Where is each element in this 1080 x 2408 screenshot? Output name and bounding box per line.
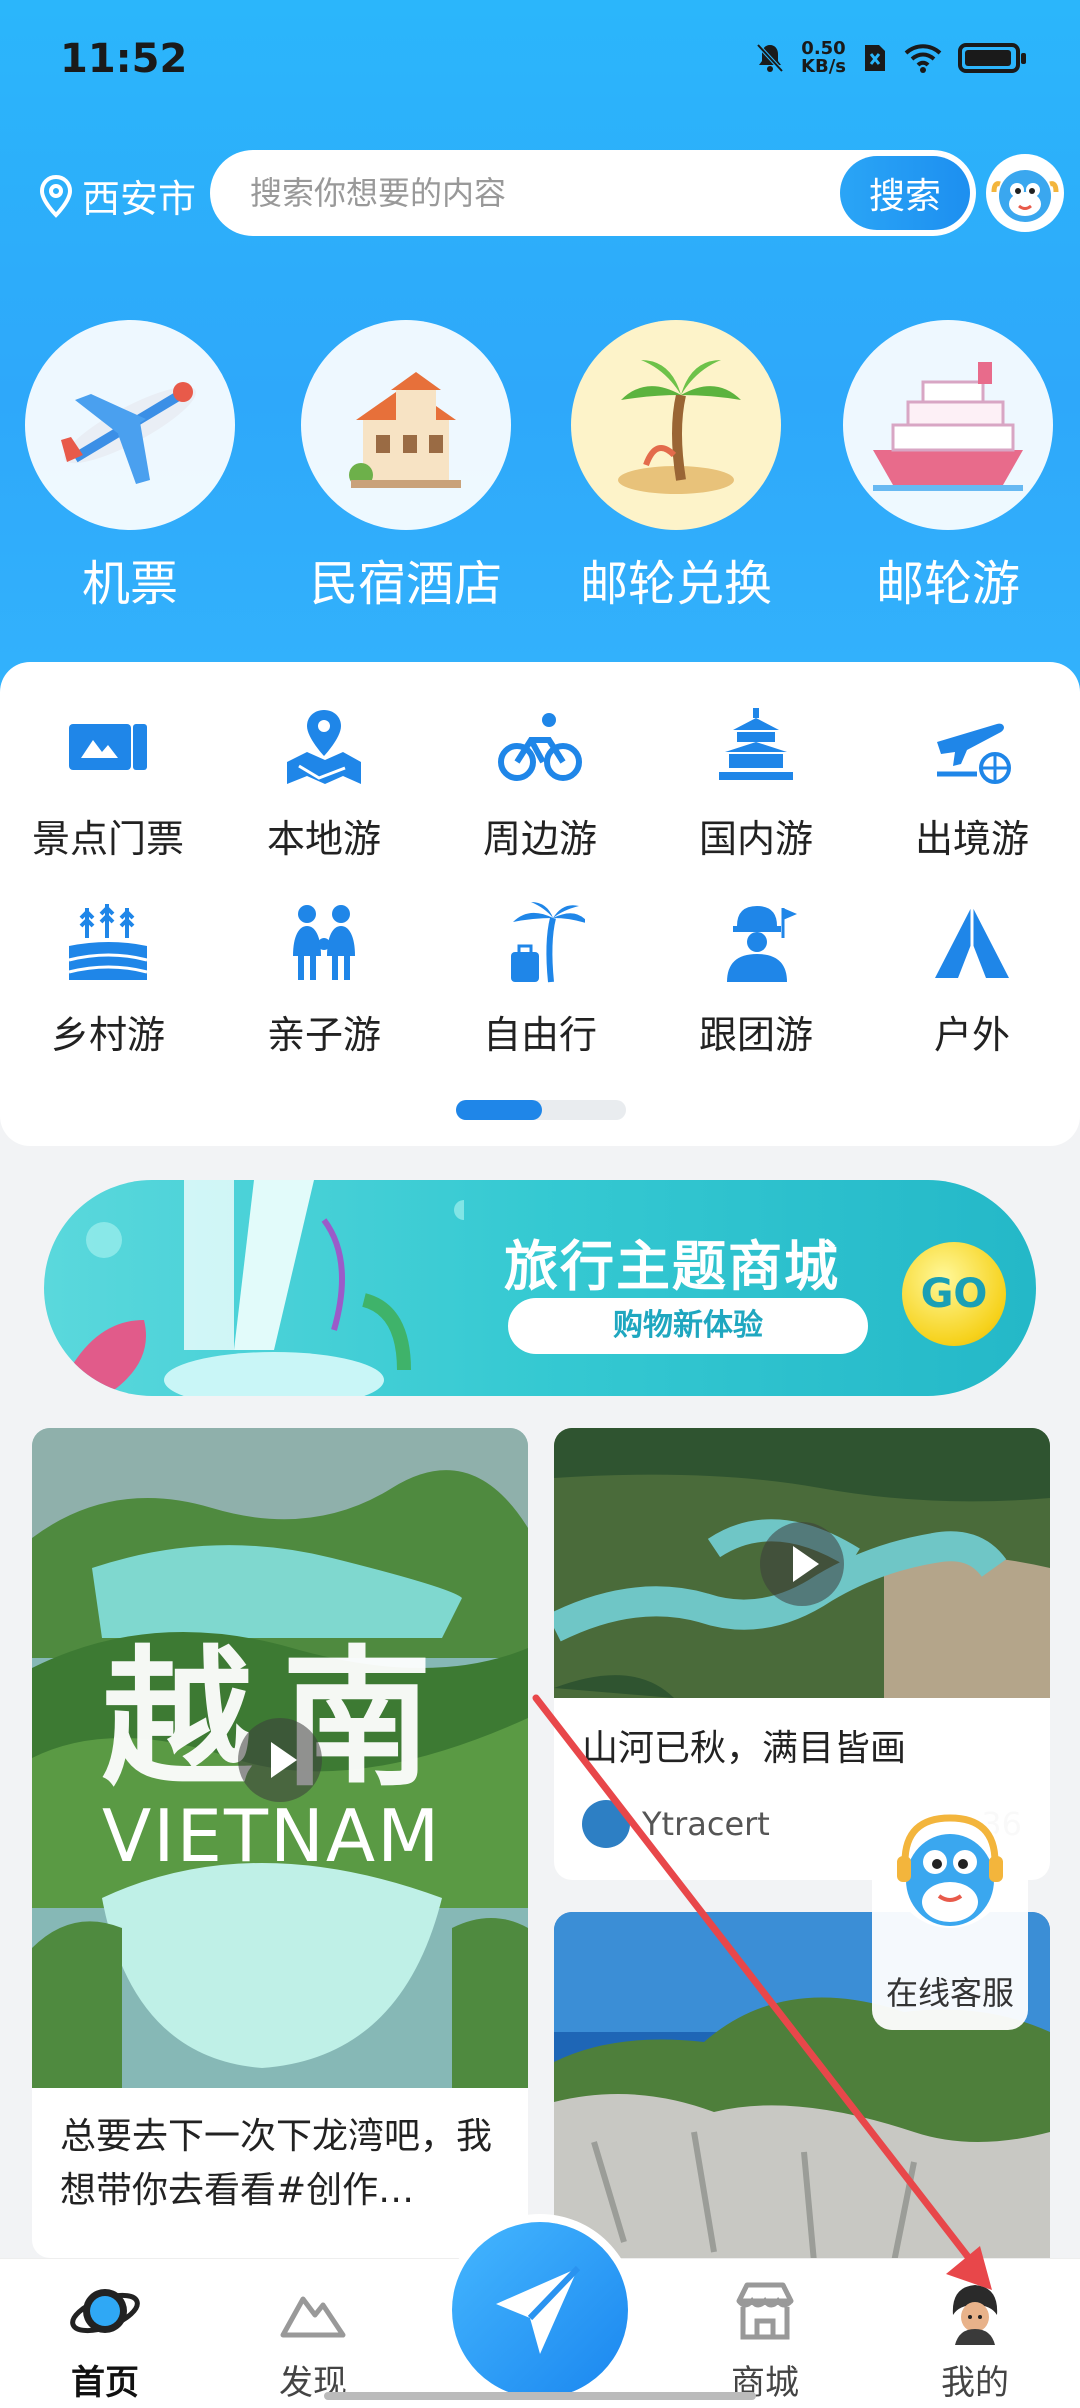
feature-label: 邮轮游 <box>875 556 1020 612</box>
nav-label: 首页 <box>71 2363 139 2403</box>
online-service-button[interactable]: 在线客服 <box>872 1788 1028 2030</box>
category-card: 景点门票 本地游 周边游 国内游 出境游 乡村游 亲子游 自由行 跟团游 户外 <box>0 662 1080 1146</box>
net-speed-unit: KB/s <box>801 56 846 77</box>
mascot-avatar[interactable] <box>986 154 1064 232</box>
wifi-icon <box>904 44 942 73</box>
play-button[interactable] <box>238 1718 322 1802</box>
author-avatar <box>582 1800 630 1848</box>
feature-label: 民宿酒店 <box>309 556 502 612</box>
category-item[interactable]: 自由行 <box>432 898 648 1059</box>
feature-label: 机票 <box>81 556 178 612</box>
search-input[interactable] <box>250 150 770 236</box>
hotel-house-icon <box>301 320 511 530</box>
mascot-icon <box>991 170 1059 222</box>
pager-active-indicator <box>456 1100 542 1120</box>
category-label: 户外 <box>933 1013 1010 1057</box>
location-pin-icon <box>39 174 73 218</box>
ticket-icon <box>69 724 147 770</box>
bicycle-icon <box>498 713 582 781</box>
nav-shop[interactable]: 商城 <box>690 2275 840 2404</box>
category-item[interactable]: 本地游 <box>216 702 432 863</box>
author-name: Ytracert <box>642 1805 770 1843</box>
home-planet-icon <box>70 2289 140 2334</box>
center-publish-button[interactable] <box>452 2222 628 2398</box>
banner-subtitle: 购物新体验 <box>508 1298 868 1354</box>
nav-profile[interactable]: 我的 <box>900 2275 1050 2404</box>
category-item[interactable]: 跟团游 <box>648 898 864 1059</box>
feed-image-river <box>554 1428 1050 1698</box>
feature-cruise[interactable]: 邮轮游 <box>840 320 1056 614</box>
category-label: 本地游 <box>266 817 381 861</box>
category-item[interactable]: 出境游 <box>864 702 1080 863</box>
category-label: 国内游 <box>698 817 813 861</box>
play-button[interactable] <box>760 1522 844 1606</box>
category-label: 亲子游 <box>266 1013 381 1057</box>
status-bar: 11:52 0.50 KB/s <box>0 0 1080 120</box>
search-box: 搜索 <box>210 150 976 236</box>
status-icons: 0.50 KB/s <box>755 40 1026 76</box>
plane-globe-icon <box>937 723 1011 784</box>
feature-label: 邮轮兑换 <box>579 556 772 612</box>
banner-decoration <box>64 1180 464 1396</box>
category-label: 景点门票 <box>31 817 184 861</box>
temple-icon <box>719 708 793 780</box>
category-item[interactable]: 亲子游 <box>216 898 432 1059</box>
category-label: 乡村游 <box>50 1013 165 1057</box>
banner-title: 旅行主题商城 <box>504 1235 840 1298</box>
feature-flights[interactable]: 机票 <box>22 320 238 614</box>
service-label: 在线客服 <box>885 1974 1014 2012</box>
feed-image-vietnam: 越南 VIETNAM <box>32 1428 528 2088</box>
category-item[interactable]: 户外 <box>864 898 1080 1059</box>
category-label: 周边游 <box>482 817 597 861</box>
nav-discover[interactable]: 发现 <box>238 2275 388 2404</box>
palm-luggage-icon <box>511 902 589 983</box>
profile-avatar-icon <box>943 2279 1007 2345</box>
category-label: 自由行 <box>482 1013 597 1057</box>
tent-icon <box>935 906 1009 978</box>
airplane-icon <box>25 320 235 530</box>
sim-x-icon <box>865 45 885 71</box>
customer-service-mascot-icon <box>892 1812 1008 1928</box>
feed-card-title: 山河已秋，满目皆画 <box>582 1728 907 1769</box>
battery-icon <box>958 43 1026 73</box>
banner-go-button[interactable]: GO <box>902 1242 1006 1346</box>
guide-flag-icon <box>727 906 797 982</box>
image-text-en: VIETNAM <box>102 1794 442 1878</box>
search-button[interactable]: 搜索 <box>840 156 970 230</box>
home-indicator[interactable] <box>324 2392 756 2400</box>
map-pin-icon <box>287 710 361 784</box>
farm-icon <box>68 904 148 980</box>
family-icon <box>293 905 355 980</box>
shop-icon <box>736 2282 794 2340</box>
category-label: 出境游 <box>914 817 1029 861</box>
cruise-ship-icon <box>843 320 1053 530</box>
location-selector[interactable]: 西安市 <box>38 168 196 223</box>
feed-card-title: 总要去下一次下龙湾吧，我想带你去看看#创作… <box>60 2116 493 2211</box>
paper-plane-icon <box>496 2265 581 2354</box>
category-item[interactable]: 国内游 <box>648 702 864 863</box>
feed-card-vietnam[interactable]: 越南 VIETNAM 总要去下一次下龙湾吧，我想带你去看看#创作… <box>32 1428 528 2258</box>
palm-island-icon <box>571 320 781 530</box>
category-pager[interactable] <box>456 1100 626 1120</box>
category-label: 跟团游 <box>698 1013 813 1057</box>
theme-mall-banner[interactable]: 旅行主题商城 购物新体验 GO <box>44 1180 1036 1396</box>
battery-level <box>965 50 1011 66</box>
net-speed: 0.50 KB/s <box>801 40 846 76</box>
nav-label: 我的 <box>941 2363 1009 2403</box>
nav-home[interactable]: 首页 <box>30 2275 180 2404</box>
category-item[interactable]: 周边游 <box>432 702 648 863</box>
feature-cruise-exchange[interactable]: 邮轮兑换 <box>568 320 784 614</box>
status-time: 11:52 <box>60 36 188 82</box>
location-label: 西安市 <box>82 177 197 221</box>
feature-hotels[interactable]: 民宿酒店 <box>298 320 514 614</box>
category-item[interactable]: 景点门票 <box>0 702 216 863</box>
mountain-icon <box>280 2296 346 2338</box>
category-item[interactable]: 乡村游 <box>0 898 216 1059</box>
mute-bell-icon <box>756 43 784 73</box>
